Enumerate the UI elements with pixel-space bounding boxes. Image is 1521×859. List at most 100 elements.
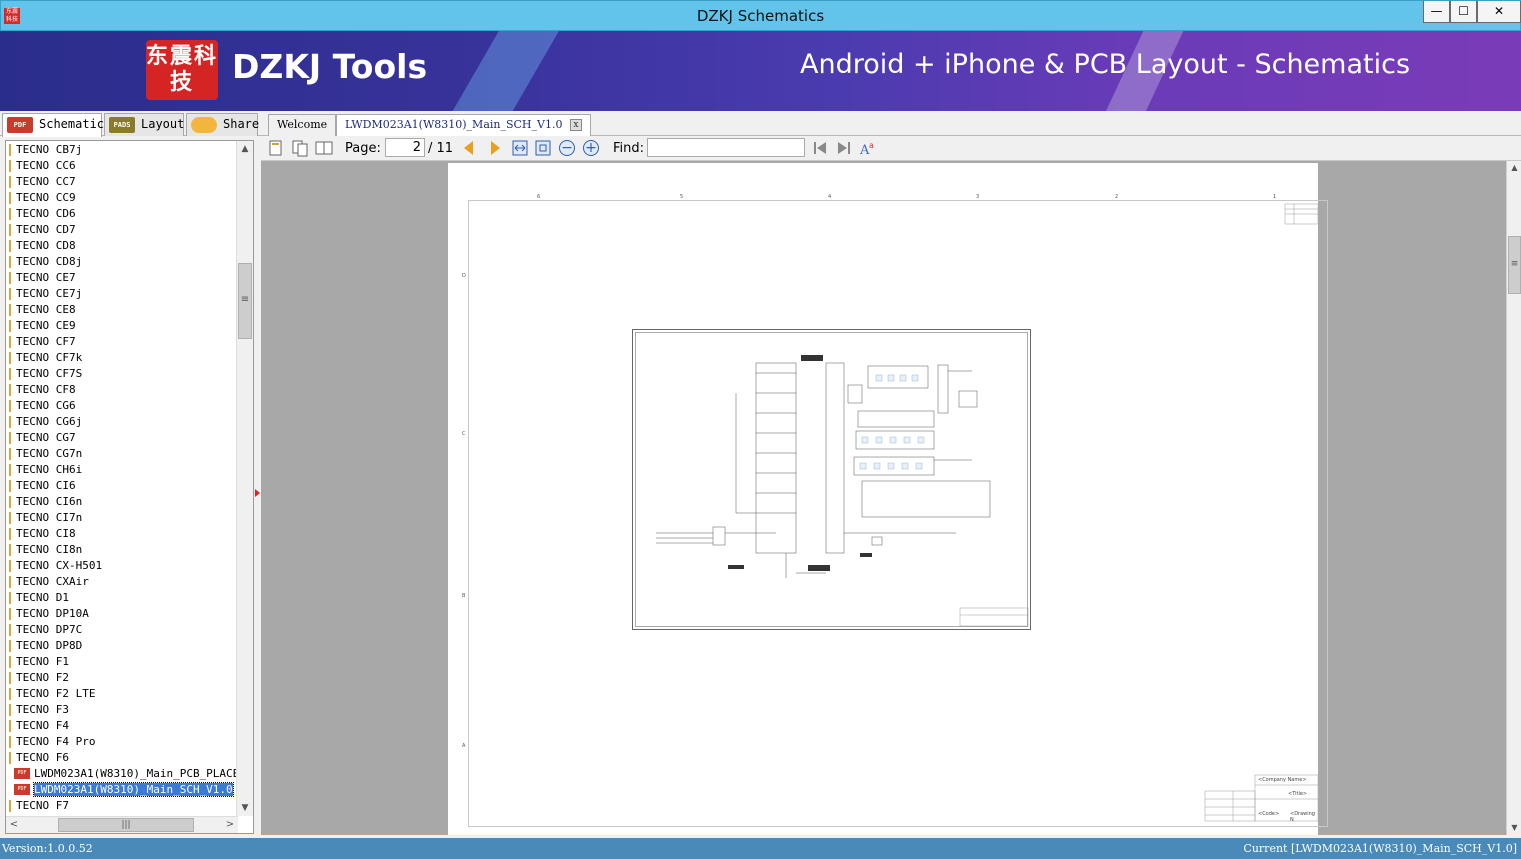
folder-icon <box>9 352 11 364</box>
tree-folder-item[interactable]: TECNO F6 <box>6 750 236 766</box>
single-page-icon[interactable] <box>267 139 285 157</box>
tree-folder-item[interactable]: TECNO CE7 <box>6 270 236 286</box>
title-bar: 东震科技 DZKJ Schematics — ☐ ✕ <box>0 0 1521 31</box>
tree-folder-item[interactable]: TECNO CC7 <box>6 174 236 190</box>
tree-folder-item[interactable]: TECNO CD8j <box>6 254 236 270</box>
fit-page-icon[interactable] <box>534 139 552 157</box>
match-case-icon[interactable]: Aa <box>859 139 877 157</box>
scroll-down-icon[interactable]: ▼ <box>1508 821 1521 835</box>
tree-folder-item[interactable]: TECNO CF7k <box>6 350 236 366</box>
tree-item-label: TECNO F3 <box>16 703 69 716</box>
zoom-in-icon[interactable]: + <box>583 140 599 156</box>
scrollbar-thumb[interactable]: ≡ <box>1508 236 1521 294</box>
folder-icon <box>9 496 11 508</box>
doc-tab-welcome[interactable]: Welcome <box>268 114 337 136</box>
tree-folder-item[interactable]: TECNO CH6i <box>6 462 236 478</box>
tree-folder-item[interactable]: TECNO CG7 <box>6 430 236 446</box>
tree-folder-item[interactable]: TECNO CI6 <box>6 478 236 494</box>
tree-folder-item[interactable]: TECNO F2 <box>6 670 236 686</box>
tree-item-label: LWDM023A1(W8310)_Main_PCB_PLACEMEN <box>34 767 236 780</box>
tree-folder-item[interactable]: TECNO CE8 <box>6 302 236 318</box>
tree-item-label: TECNO DP10A <box>16 607 89 620</box>
tree-item-label: TECNO CD8 <box>16 239 76 252</box>
tree-folder-item[interactable]: TECNO CI7n <box>6 510 236 526</box>
viewer-vertical-scrollbar[interactable]: ▲ ≡ ▼ <box>1506 161 1521 835</box>
tree-folder-item[interactable]: TECNO CG6j <box>6 414 236 430</box>
scroll-up-icon[interactable]: ▲ <box>1508 161 1521 175</box>
tree-folder-item[interactable]: TECNO CD7 <box>6 222 236 238</box>
maximize-button[interactable]: ☐ <box>1450 1 1477 23</box>
folder-icon <box>9 736 11 748</box>
scrollbar-thumb[interactable]: ≡ <box>238 263 252 339</box>
folder-icon <box>9 672 11 684</box>
tree-folder-item[interactable]: TECNO CE9 <box>6 318 236 334</box>
folder-icon <box>9 624 11 636</box>
scroll-down-icon[interactable]: ▼ <box>238 800 252 816</box>
page-number-input[interactable]: 2 <box>385 138 425 157</box>
tree-folder-item[interactable]: TECNO D1 <box>6 590 236 606</box>
collapse-panel-icon[interactable] <box>255 489 260 497</box>
next-page-icon[interactable] <box>491 141 500 155</box>
continuous-page-icon[interactable] <box>291 139 309 157</box>
folder-icon <box>9 288 11 300</box>
scroll-up-icon[interactable]: ▲ <box>238 141 252 157</box>
tree-file-item[interactable]: PDF LWDM023A1(W8310)_Main_SCH_V1.0 <box>6 782 236 798</box>
scroll-left-icon[interactable]: < <box>6 817 22 833</box>
tree-folder-item[interactable]: TECNO CC9 <box>6 190 236 206</box>
tree-folder-item[interactable]: TECNO CXAir <box>6 574 236 590</box>
find-next-icon[interactable] <box>835 139 853 157</box>
tree-folder-item[interactable]: TECNO DP10A <box>6 606 236 622</box>
zoom-out-icon[interactable]: − <box>559 140 575 156</box>
tab-share[interactable]: Share <box>186 113 260 136</box>
find-input[interactable] <box>647 138 805 157</box>
tree-folder-item[interactable]: TECNO CG7n <box>6 446 236 462</box>
tab-layout[interactable]: PADS Layout <box>104 113 184 136</box>
tree-item-label: LWDM023A1(W8310)_Main_SCH_V1.0 <box>33 782 234 797</box>
scroll-right-icon[interactable]: > <box>222 817 238 833</box>
banner-tagline: Android + iPhone & PCB Layout - Schemati… <box>800 49 1411 80</box>
tree-folder-item[interactable]: TECNO F4 Pro <box>6 734 236 750</box>
tree-folder-item[interactable]: TECNO CE7j <box>6 286 236 302</box>
folder-icon <box>9 384 11 396</box>
revision-block <box>1284 203 1318 225</box>
title-block-code: <Code> <box>1258 811 1280 817</box>
tree-folder-item[interactable]: TECNO CF7 <box>6 334 236 350</box>
tree-horizontal-scrollbar[interactable]: < ||| > <box>6 816 238 833</box>
tree-folder-item[interactable]: TECNO F2 LTE <box>6 686 236 702</box>
tree-folder-item[interactable]: TECNO CI6n <box>6 494 236 510</box>
tree-folder-item[interactable]: TECNO CI8 <box>6 526 236 542</box>
find-previous-icon[interactable] <box>811 139 829 157</box>
tree-folder-item[interactable]: TECNO DP8D <box>6 638 236 654</box>
tree-file-item[interactable]: PDF LWDM023A1(W8310)_Main_PCB_PLACEMEN <box>6 766 236 782</box>
tree-folder-item[interactable]: TECNO CI8n <box>6 542 236 558</box>
close-window-button[interactable]: ✕ <box>1477 1 1521 23</box>
tree-folder-item[interactable]: TECNO CD8 <box>6 238 236 254</box>
tree-folder-item[interactable]: TECNO CF7S <box>6 366 236 382</box>
minimize-button[interactable]: — <box>1423 1 1450 23</box>
tab-schematic[interactable]: PDF Schematic <box>2 113 104 137</box>
tree-folder-item[interactable]: TECNO CD6 <box>6 206 236 222</box>
tree-folder-item[interactable]: TECNO CG6 <box>6 398 236 414</box>
tree-folder-item[interactable]: TECNO F3 <box>6 702 236 718</box>
scrollbar-thumb[interactable]: ||| <box>58 818 194 832</box>
tree-folder-item[interactable]: TECNO CX-H501 <box>6 558 236 574</box>
folder-icon <box>9 368 11 380</box>
tree-folder-item[interactable]: TECNO F1 <box>6 654 236 670</box>
folder-icon <box>9 688 11 700</box>
tree-folder-item[interactable]: TECNO DP7C <box>6 622 236 638</box>
tree-folder-item[interactable]: TECNO CF8 <box>6 382 236 398</box>
close-tab-icon[interactable]: x <box>569 119 582 131</box>
fit-width-icon[interactable] <box>511 139 529 157</box>
previous-page-icon[interactable] <box>464 141 473 155</box>
facing-pages-icon[interactable] <box>315 139 333 157</box>
document-viewer[interactable]: 6 5 4 3 2 1 D C B A <Company Name> <Titl… <box>261 161 1521 835</box>
doc-tab-schematic[interactable]: LWDM023A1(W8310)_Main_SCH_V1.0 x <box>336 114 591 136</box>
tree-vertical-scrollbar[interactable]: ▲ ≡ ▼ <box>236 141 253 816</box>
folder-icon <box>9 272 11 284</box>
tree-item-label: TECNO CE9 <box>16 319 76 332</box>
tree-folder-item[interactable]: TECNO CC6 <box>6 158 236 174</box>
tree-folder-item[interactable]: TECNO CB7j <box>6 142 236 158</box>
tree-folder-item[interactable]: TECNO F4 <box>6 718 236 734</box>
tree-folder-item[interactable]: TECNO F7 <box>6 798 236 814</box>
tab-label: Share <box>223 117 260 131</box>
